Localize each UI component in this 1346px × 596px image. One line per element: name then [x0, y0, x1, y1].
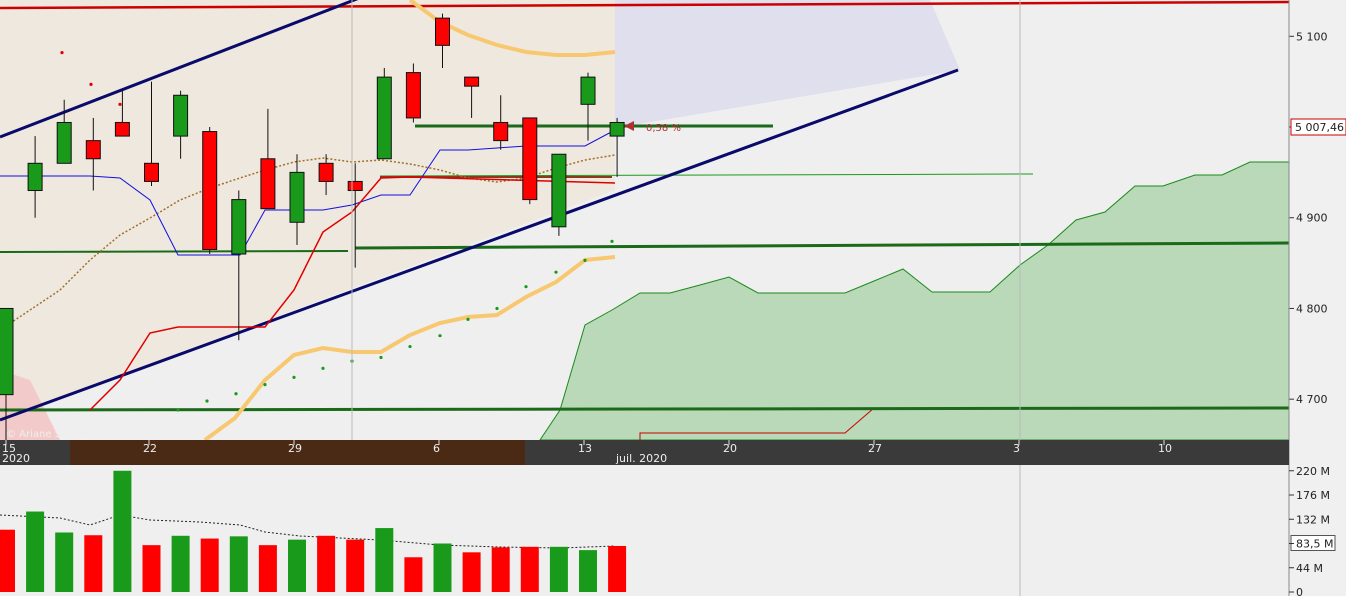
sar-dot: [234, 392, 238, 396]
volume-bar: [491, 547, 510, 592]
volume-tick-label: 83,5 M: [1296, 538, 1333, 551]
sar-dot: [495, 306, 499, 311]
volume-bar: [579, 550, 597, 592]
volume-tick-label: 176 M: [1296, 489, 1330, 502]
sar-dot: [610, 239, 614, 243]
volume-tick-label: 132 M: [1296, 513, 1330, 526]
volume-bar: [142, 545, 161, 592]
candle-body: [260, 158, 276, 210]
candle-body: [0, 307, 14, 396]
month-label: 2020: [2, 452, 30, 465]
volume-bar: [608, 545, 627, 592]
time-tick-label: 6: [433, 442, 440, 455]
price-tick-label: 5 100: [1296, 30, 1328, 43]
time-tick-label: 13: [578, 442, 592, 455]
watermark: © Ariane Systems: [6, 429, 97, 440]
time-tick-label: 27: [868, 442, 882, 455]
sar-dot: [292, 375, 296, 380]
sar-dot: [263, 383, 267, 387]
last-price-label: 5 007,46: [1295, 121, 1344, 134]
candle-body: [202, 131, 218, 250]
volume-bar: [55, 532, 74, 592]
candle-body: [85, 140, 101, 160]
annotation-pct: 0,58 %: [646, 123, 681, 134]
volume-bar: [317, 535, 336, 592]
volume-tick-label: 0: [1296, 586, 1303, 596]
candle-body: [114, 121, 130, 137]
time-tick-label: 22: [143, 442, 157, 455]
time-tick-label: 10: [1158, 442, 1172, 455]
volume-tick-label: 220 M: [1296, 465, 1330, 478]
candle-body: [609, 121, 625, 137]
time-tick-label: 29: [288, 442, 302, 455]
time-tick-label: 3: [1013, 442, 1020, 455]
volume-bar: [0, 529, 15, 592]
time-tick-label: 20: [723, 442, 737, 455]
volume-bar: [462, 552, 481, 592]
sar-dot: [205, 399, 209, 403]
candle-body: [376, 76, 392, 160]
price-axis-panel: [1289, 0, 1346, 596]
candle-body: [56, 121, 72, 164]
volume-panel: [0, 465, 1289, 596]
volume-bar: [346, 539, 365, 592]
volume-bar: [549, 546, 568, 592]
candle-body: [231, 199, 247, 255]
candle-body: [551, 153, 567, 228]
price-tick-label: 4 700: [1296, 393, 1328, 406]
volume-bar: [26, 511, 45, 592]
volume-bar: [113, 470, 132, 592]
volume-bar: [84, 535, 103, 592]
candle-body: [405, 72, 421, 119]
sar-dot: [321, 366, 325, 370]
sar-dot: [583, 258, 587, 262]
volume-bar: [520, 546, 539, 592]
candle-body: [27, 162, 43, 192]
sar-dot: [554, 270, 558, 274]
price-tick-label: 4 800: [1296, 302, 1328, 315]
candle-body: [493, 121, 509, 142]
volume-bar: [375, 528, 394, 592]
volume-bar: [288, 539, 306, 592]
volume-tick-label: 44 M: [1296, 562, 1323, 575]
candle-body: [464, 76, 480, 87]
candle-body: [522, 117, 538, 201]
sar-dot: [466, 317, 470, 321]
candle-body: [347, 180, 363, 192]
stock-chart: 0,58 % 5 1005 0004 9004 8004 700 5 007,4…: [0, 0, 1346, 596]
volume-bar: [200, 538, 219, 592]
month-label: juil. 2020: [615, 452, 667, 465]
sar-dot: [89, 82, 93, 86]
volume-bar: [171, 535, 190, 592]
candle-body: [318, 162, 334, 182]
volume-bar: [258, 545, 277, 592]
price-tick-label: 4 900: [1296, 212, 1328, 225]
candle-body: [144, 162, 159, 182]
sar-dot: [60, 51, 64, 55]
sar-dot: [408, 344, 412, 349]
sar-dot: [379, 355, 383, 360]
candle-body: [173, 94, 189, 137]
sar-dot: [176, 408, 180, 412]
candle-body: [580, 76, 596, 105]
sar-dot: [438, 334, 442, 338]
support-line-low: [0, 406, 1289, 412]
sar-dot: [524, 285, 528, 289]
sar-dot: [118, 102, 122, 106]
candle-body: [289, 171, 305, 223]
candle-body: [435, 17, 450, 46]
volume-bar: [229, 536, 248, 592]
volume-bar: [433, 543, 452, 592]
support-line-mid: [0, 250, 349, 253]
volume-bar: [404, 557, 423, 592]
